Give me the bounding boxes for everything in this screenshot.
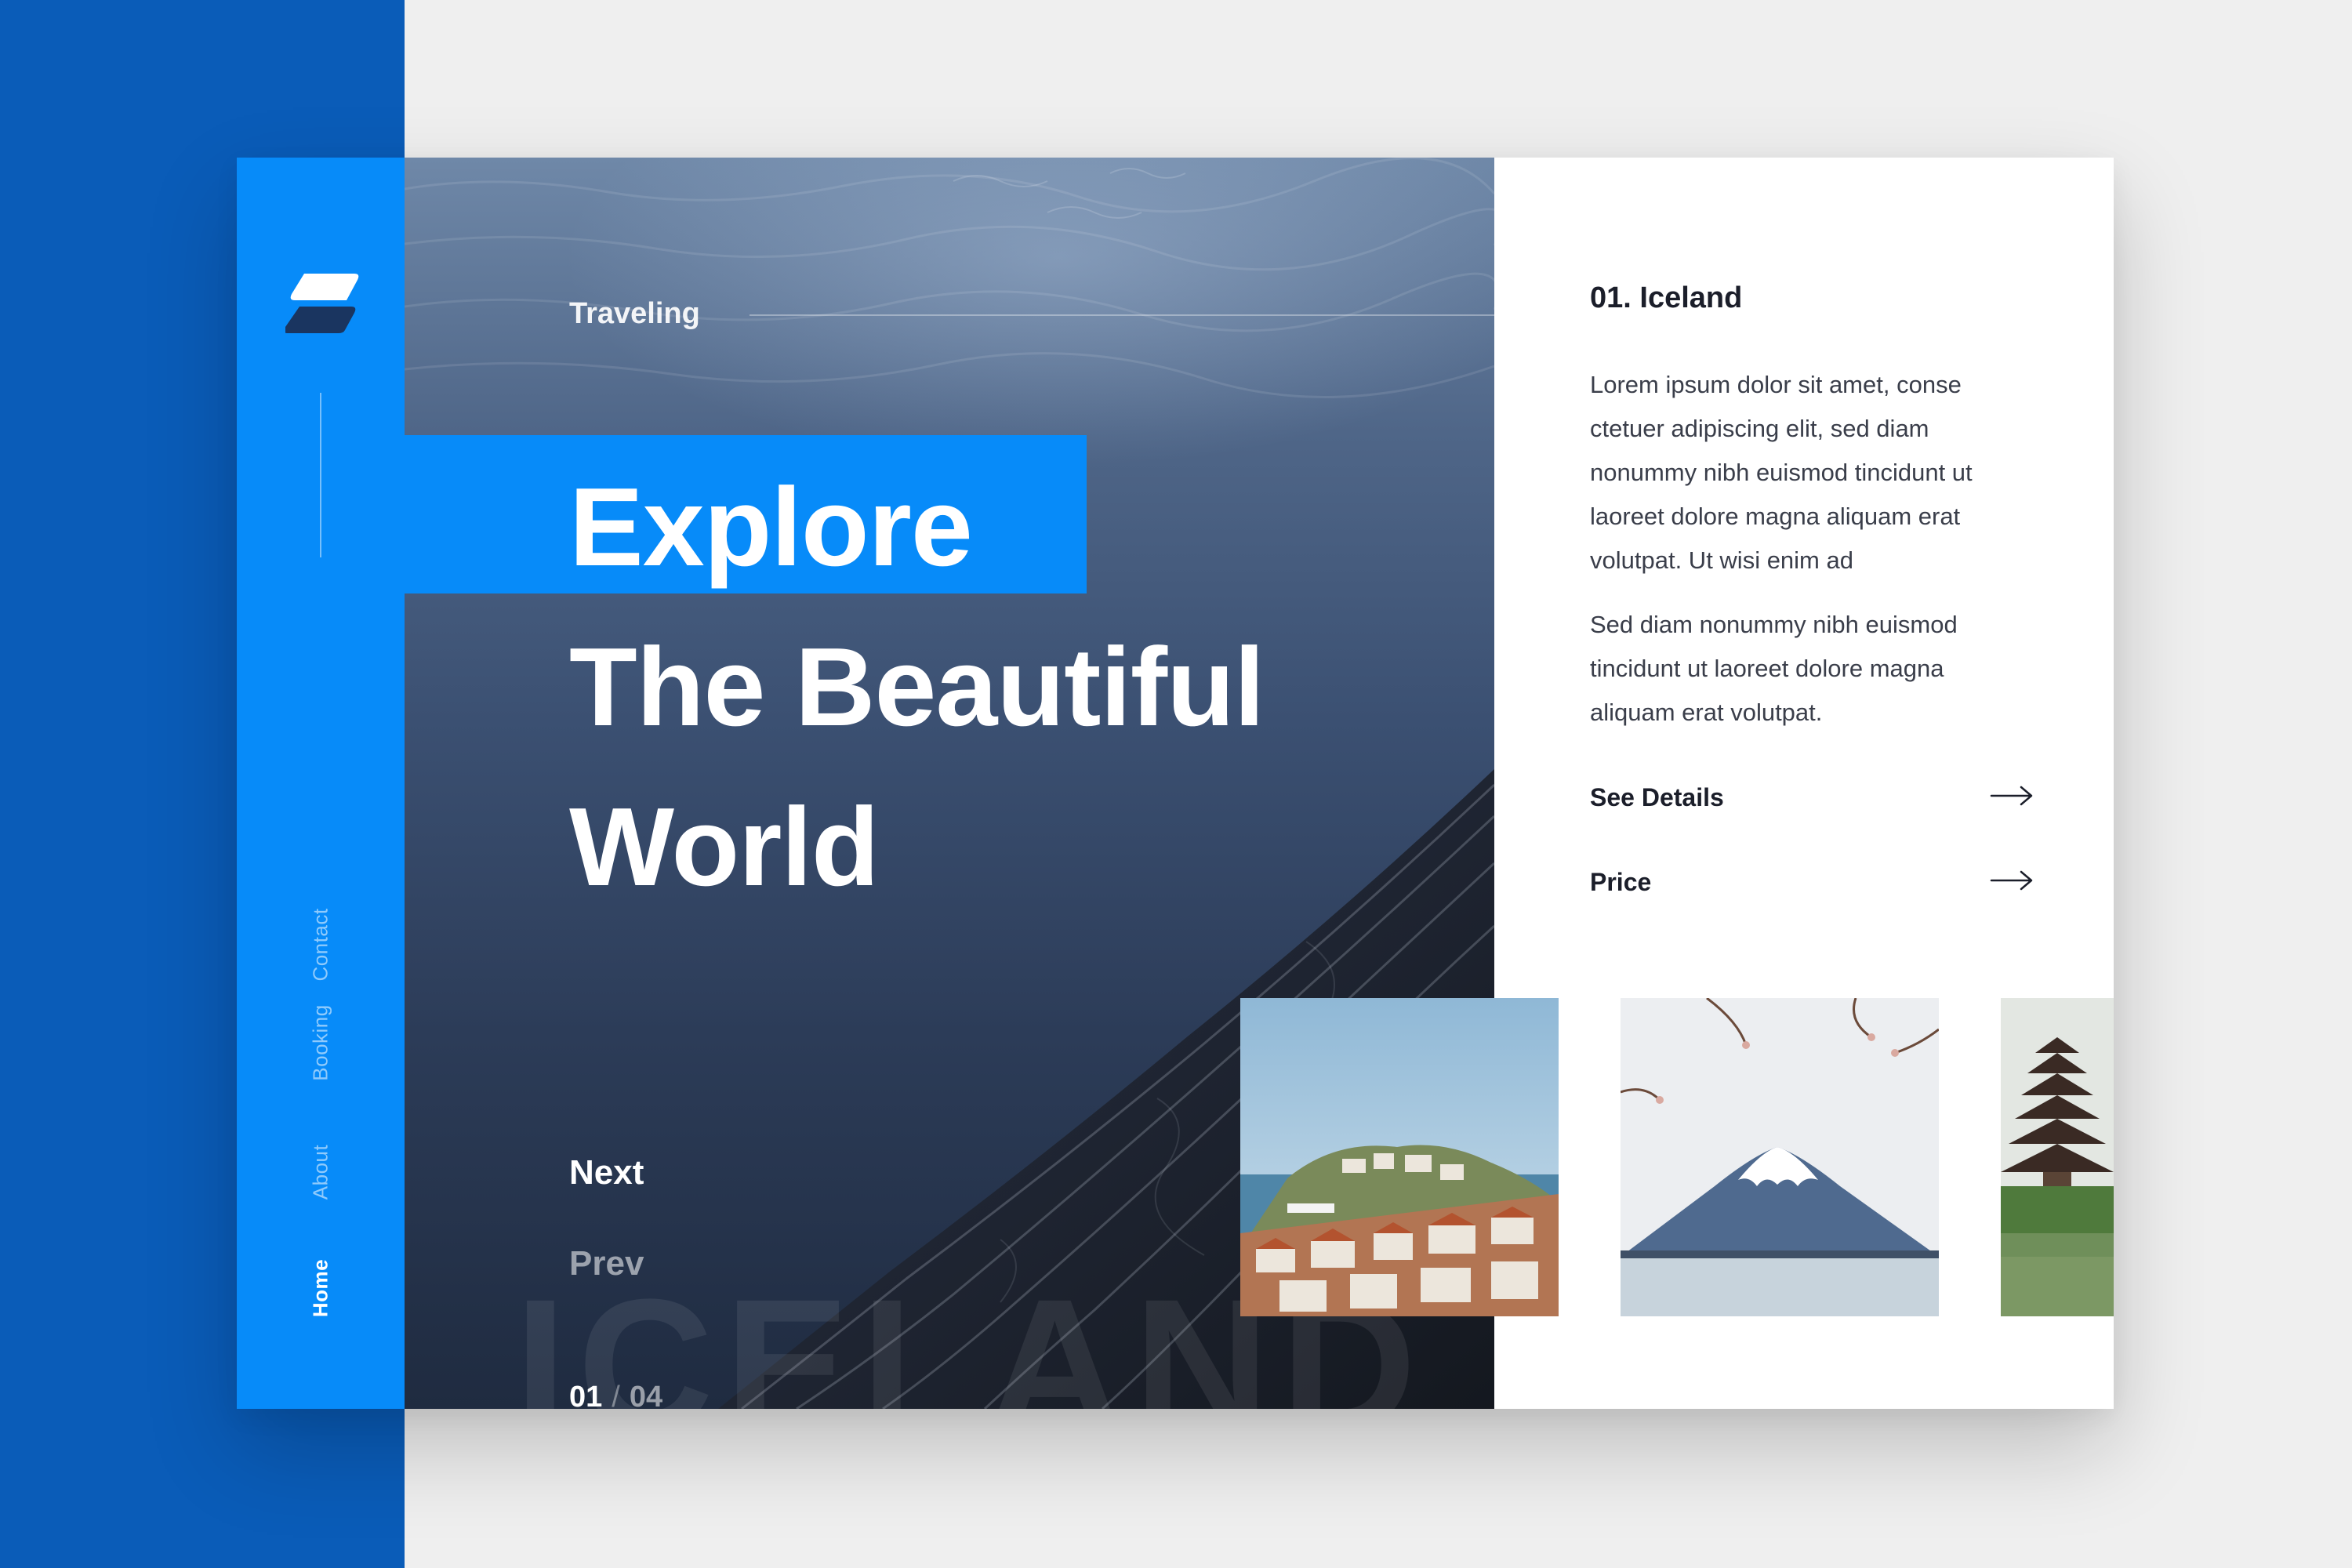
- mount-fuji-photo: [1621, 998, 1939, 1316]
- description-paragraph-2: Sed diam nonummy nibh euismod tincidunt …: [1590, 611, 1958, 726]
- pagoda-temple-photo: [2001, 998, 2114, 1316]
- price-label: Price: [1590, 868, 1652, 896]
- hero-card: Contact Booking About Home ICELAND Trave…: [237, 158, 2114, 1409]
- headline-line-1: Explore: [569, 465, 973, 590]
- hero-headline: Explore The Beautiful World: [569, 448, 1265, 927]
- brand-logo[interactable]: [285, 274, 361, 333]
- nav-divider: [320, 393, 321, 557]
- next-button[interactable]: Next: [569, 1153, 644, 1192]
- counter-total: 04: [629, 1381, 663, 1409]
- price-link[interactable]: Price: [1590, 862, 2033, 901]
- sidebar-nav: Contact Booking About Home: [237, 158, 405, 1409]
- headline-line-3: World: [569, 785, 880, 909]
- nav-item-contact[interactable]: Contact: [309, 908, 333, 981]
- arrow-right-icon: [1990, 786, 2033, 806]
- counter-current: 01: [569, 1381, 603, 1409]
- description-paragraph-1: Lorem ipsum dolor sit amet, conse ctetue…: [1590, 371, 1973, 574]
- headline-line-2: The Beautiful: [569, 625, 1265, 750]
- thumbnail-coastal-town[interactable]: [1240, 998, 1559, 1316]
- counter-separator: /: [612, 1381, 620, 1409]
- thumbnail-mount-fuji[interactable]: [1621, 998, 1939, 1316]
- destination-title: 01. Iceland: [1590, 281, 1743, 314]
- nav-item-about[interactable]: About: [309, 1145, 333, 1200]
- section-kicker: Traveling: [569, 297, 700, 330]
- arrow-right-icon: [1990, 870, 2033, 891]
- prev-button[interactable]: Prev: [569, 1244, 644, 1283]
- kicker-divider: [750, 314, 1494, 316]
- nav-item-home[interactable]: Home: [309, 1259, 333, 1317]
- see-details-link[interactable]: See Details: [1590, 777, 2033, 816]
- see-details-label: See Details: [1590, 783, 1724, 811]
- coastal-town-photo: [1240, 998, 1559, 1316]
- thumbnail-pagoda-temple[interactable]: [2001, 998, 2114, 1316]
- slide-counter: 01 / 04: [569, 1381, 662, 1409]
- nav-item-booking[interactable]: Booking: [309, 1004, 333, 1080]
